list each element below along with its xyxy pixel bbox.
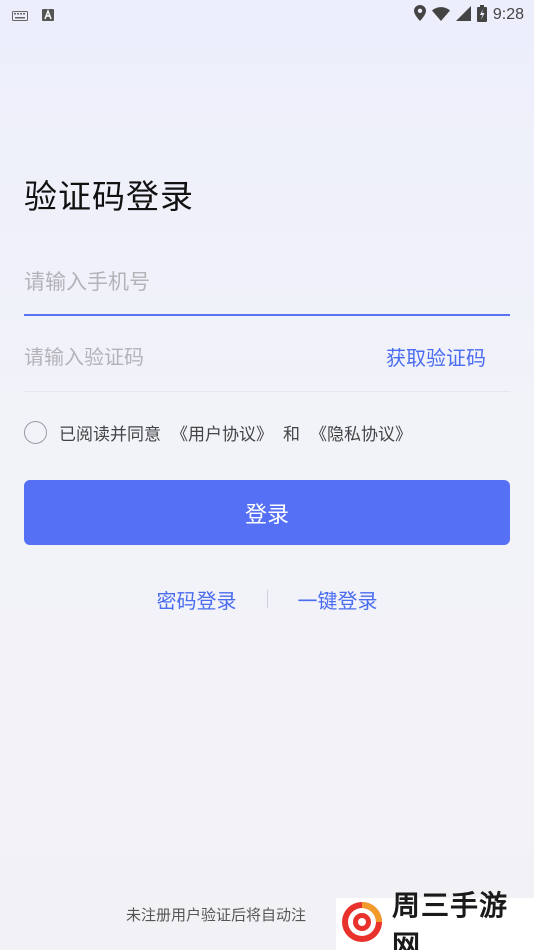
status-right: 9:28 <box>413 4 524 26</box>
divider <box>266 590 268 608</box>
status-bar: 9:28 <box>0 0 534 30</box>
footer-note: 未注册用户验证后将自动注 <box>126 906 307 924</box>
password-login-link[interactable]: 密码登录 <box>157 585 237 614</box>
alt-login-row: 密码登录 一键登录 <box>0 584 534 614</box>
signal-icon <box>455 5 471 25</box>
watermark: 周三手游网 <box>336 889 534 950</box>
app-a-icon <box>42 6 54 25</box>
status-left <box>12 6 54 25</box>
and-text: 和 <box>283 424 300 445</box>
watermark-logo-icon <box>340 900 384 948</box>
watermark-text: 周三手游网 <box>392 889 509 950</box>
agree-radio[interactable] <box>24 420 47 444</box>
phone-input[interactable] <box>24 250 510 316</box>
one-click-login-link[interactable]: 一键登录 <box>298 585 378 614</box>
wifi-icon <box>431 6 450 25</box>
location-icon <box>413 5 426 25</box>
privacy-agreement-link[interactable]: 《隐私协议》 <box>310 420 412 445</box>
agreement-row: 已阅读并同意 《用户协议》 和 《隐私协议》 <box>24 418 412 446</box>
verification-code-input[interactable] <box>24 322 386 391</box>
page-title: 验证码登录 <box>24 177 194 216</box>
user-agreement-link[interactable]: 《用户协议》 <box>171 420 273 445</box>
battery-icon <box>476 4 487 26</box>
agree-prefix-text: 已阅读并同意 <box>59 424 161 445</box>
keyboard-icon <box>12 6 28 25</box>
get-code-button[interactable]: 获取验证码 <box>386 342 510 371</box>
code-row: 获取验证码 <box>24 322 510 392</box>
status-time: 9:28 <box>492 6 524 23</box>
login-button[interactable]: 登录 <box>24 480 510 545</box>
